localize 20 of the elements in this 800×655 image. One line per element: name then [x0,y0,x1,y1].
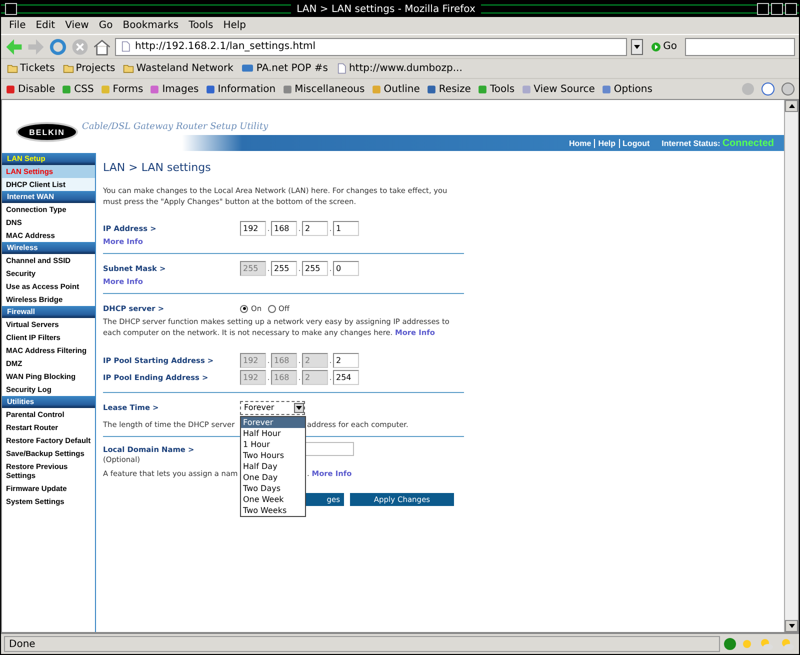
octet-separator: . [266,356,271,365]
status-label: Internet Status: [662,138,720,148]
octet-separator: . [297,224,302,233]
window-title: LAN > LAN settings - Mozilla Firefox [290,4,482,14]
octet-separator: . [266,264,271,273]
octet-separator: . [266,373,271,382]
octet-separator: . [328,373,333,382]
octet-separator: . [297,264,302,273]
octet-separator: . [328,264,333,273]
status-text: Done [4,636,720,652]
octet-separator: . [328,356,333,365]
brand-logo: BELKIN [16,122,78,142]
status-value: Connected [722,138,774,148]
page-title: LAN > LAN settings [103,161,212,174]
octet-separator: . [297,356,302,365]
url-text: http://192.168.2.1/lan_settings.html [135,41,316,52]
octet-separator: . [328,224,333,233]
tagline: Cable/DSL Gateway Router Setup Utility [82,122,268,132]
octet-separator: . [266,224,271,233]
octet-separator: . [297,373,302,382]
